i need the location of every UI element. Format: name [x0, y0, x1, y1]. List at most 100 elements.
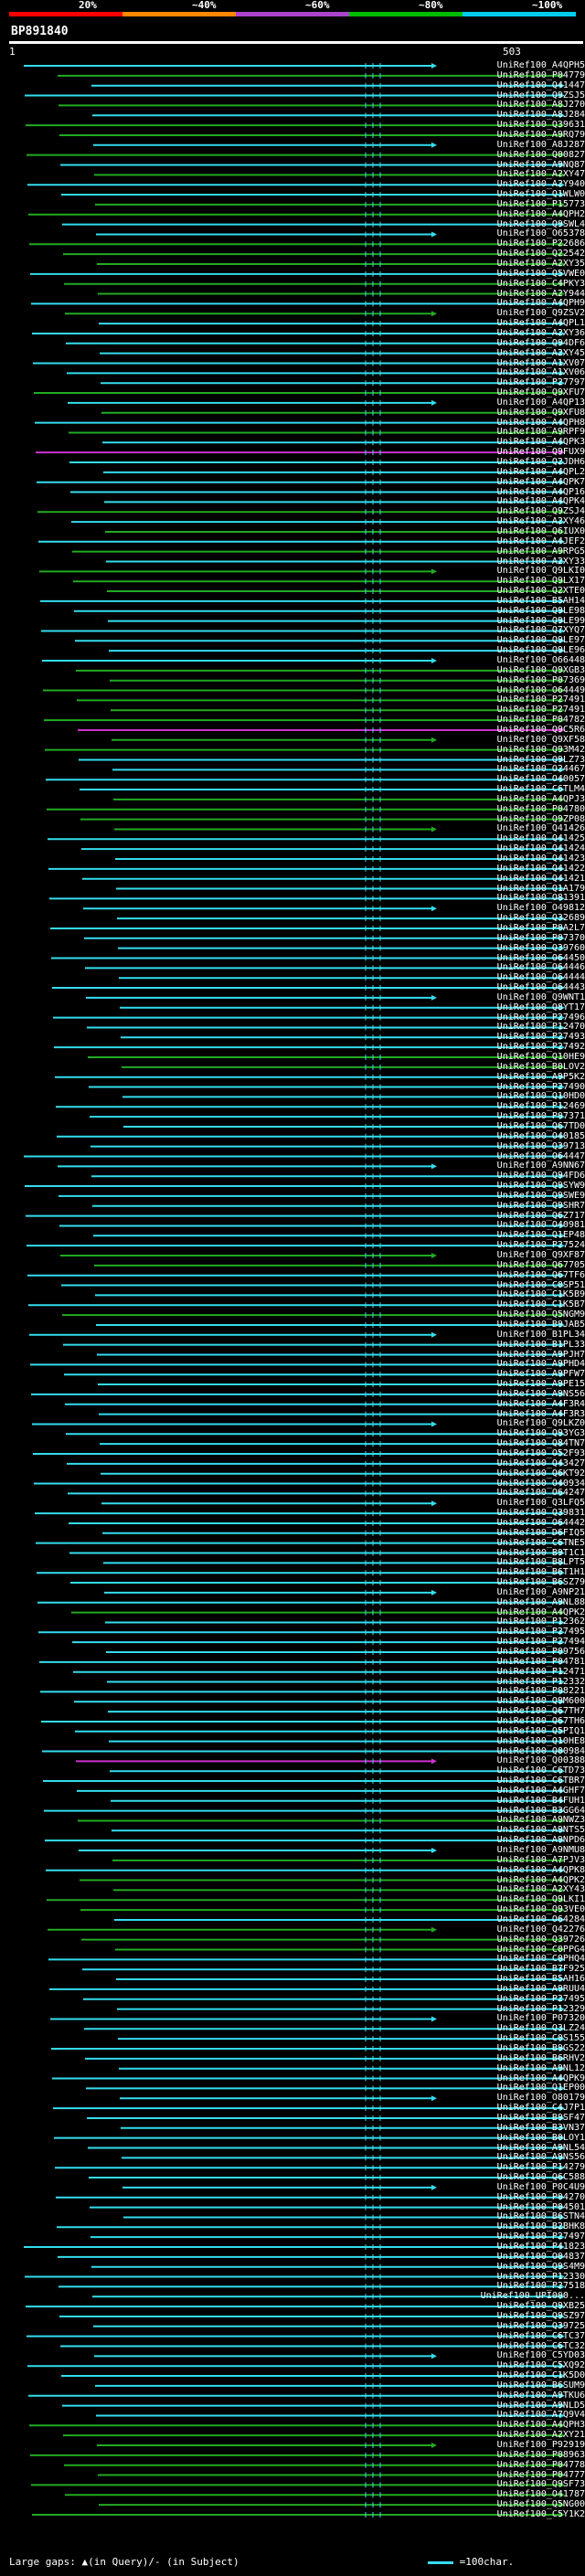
hit-label[interactable]: UniRef100_A1XV06	[497, 368, 585, 377]
hit-label[interactable]: UniRef100_Q39725	[497, 2321, 585, 2331]
hit-label[interactable]: UniRef100_B6SUM9	[497, 2380, 585, 2390]
hit-label[interactable]: UniRef100_A4QPK9	[497, 2073, 585, 2083]
hit-label[interactable]: UniRef100_B1PL34	[497, 1330, 585, 1340]
hit-label[interactable]: UniRef100_B9T1C1	[497, 1548, 585, 1558]
hit-label[interactable]: UniRef100_Q3LFQ5	[497, 1499, 585, 1508]
hit-label[interactable]: UniRef100_A4QPH5	[497, 61, 585, 70]
hit-label[interactable]: UniRef100_Q32689	[497, 914, 585, 923]
hit-label[interactable]: UniRef100_P27495	[497, 1627, 585, 1637]
hit-label[interactable]: UniRef100_O66448	[497, 656, 585, 665]
hit-label[interactable]: UniRef100_C6TC37	[497, 2331, 585, 2341]
hit-label[interactable]: UniRef100_Q84TN7	[497, 1439, 585, 1448]
hit-label[interactable]: UniRef100_Q9SZ97	[497, 2311, 585, 2321]
hit-label[interactable]: UniRef100_Q9ZSV2	[497, 309, 585, 318]
hit-label[interactable]: UniRef100_A4QPH9	[497, 299, 585, 308]
hit-label[interactable]: UniRef100_P04778	[497, 2460, 585, 2470]
hit-label[interactable]: UniRef100_P41823	[497, 2242, 585, 2252]
hit-label[interactable]: UniRef100_A4GHF7	[497, 1786, 585, 1796]
hit-label[interactable]: UniRef100_P04270	[497, 2192, 585, 2202]
hit-label[interactable]: UniRef100_Q9XFU7	[497, 388, 585, 398]
hit-label[interactable]: UniRef100_P04781	[497, 1657, 585, 1667]
hit-label[interactable]: UniRef100_A9RPG5	[497, 546, 585, 557]
hit-label[interactable]: UniRef100_O65378	[497, 229, 585, 239]
hit-label[interactable]: UniRef100_A2XY43	[497, 1885, 585, 1894]
hit-label[interactable]: UniRef100_Q7XYQ7	[497, 626, 585, 635]
hit-label[interactable]: UniRef100_P12470	[497, 1023, 585, 1032]
hit-label[interactable]: UniRef100_A8J287	[497, 140, 585, 150]
hit-label[interactable]: UniRef100_A4QPK7	[497, 477, 585, 487]
hit-label[interactable]: UniRef100_A2XY21	[497, 2431, 585, 2440]
hit-label[interactable]: UniRef100_Q9C5R6	[497, 725, 585, 735]
hit-label[interactable]: UniRef100_O40057	[497, 775, 585, 784]
hit-label[interactable]: UniRef100_Q67705	[497, 1260, 585, 1270]
hit-label[interactable]: UniRef100_O64444	[497, 973, 585, 982]
hit-label[interactable]: UniRef100_P27491	[497, 705, 585, 715]
hit-label[interactable]: UniRef100_A9NL12	[497, 2063, 585, 2073]
hit-label[interactable]: UniRef100_Q67TF6	[497, 1270, 585, 1280]
hit-label[interactable]: UniRef100_P27493	[497, 1033, 585, 1042]
hit-label[interactable]: UniRef100_P27495	[497, 1994, 585, 2004]
hit-label[interactable]: UniRef100_Q9ZP08	[497, 814, 585, 824]
hit-label[interactable]: UniRef100_P07369	[497, 675, 585, 685]
hit-label[interactable]: UniRef100_A4QPH3	[497, 2421, 585, 2430]
hit-label[interactable]: UniRef100_A2XY47	[497, 170, 585, 179]
hit-label[interactable]: UniRef100_A4QPK3	[497, 438, 585, 447]
hit-label[interactable]: UniRef100_A2Y944	[497, 289, 585, 299]
hit-label[interactable]: UniRef100_C4PKY3	[497, 279, 585, 289]
hit-label[interactable]: UniRef100_B3GG64	[497, 1806, 585, 1816]
hit-label[interactable]: UniRef100_Q39760	[497, 943, 585, 953]
hit-label[interactable]: UniRef100_Q6Z717	[497, 1211, 585, 1221]
hit-label[interactable]: UniRef100_A9NS56	[497, 2153, 585, 2162]
hit-label[interactable]: UniRef100_UPI000...	[481, 2292, 585, 2301]
hit-label[interactable]: UniRef100_A4QPJ3	[497, 794, 585, 804]
hit-label[interactable]: UniRef100_Q9SYW9	[497, 1182, 585, 1191]
hit-label[interactable]: UniRef100_Q67TD0	[497, 1121, 585, 1131]
hit-label[interactable]: UniRef100_P15773	[497, 199, 585, 209]
hit-label[interactable]: UniRef100_P14279	[497, 2163, 585, 2172]
hit-label[interactable]: UniRef100_Q9SWL4	[497, 219, 585, 229]
hit-label[interactable]: UniRef100_A9NLD5	[497, 2401, 585, 2411]
hit-label[interactable]: UniRef100_P27497	[497, 2232, 585, 2242]
hit-label[interactable]: UniRef100_P12332	[497, 1677, 585, 1687]
hit-label[interactable]: UniRef100_Q9ZSJ5	[497, 90, 585, 101]
hit-label[interactable]: UniRef100_Q41423	[497, 854, 585, 864]
hit-label[interactable]: UniRef100_P04779	[497, 70, 585, 80]
hit-label[interactable]: UniRef100_Q6C588	[497, 2173, 585, 2182]
hit-label[interactable]: UniRef100_Q10HE8	[497, 1736, 585, 1746]
hit-label[interactable]: UniRef100_P07371	[497, 1112, 585, 1121]
hit-label[interactable]: UniRef100_P27518	[497, 2282, 585, 2291]
hit-label[interactable]: UniRef100_P0C4U9	[497, 2182, 585, 2192]
hit-label[interactable]: UniRef100_O64446	[497, 963, 585, 972]
hit-label[interactable]: UniRef100_Q41421	[497, 874, 585, 884]
hit-label[interactable]: UniRef100_A4QP16	[497, 487, 585, 497]
hit-label[interactable]: UniRef100_A4QPH8	[497, 418, 585, 428]
hit-label[interactable]: UniRef100_A4QPL2	[497, 467, 585, 477]
hit-label[interactable]: UniRef100_B5AH16	[497, 1975, 585, 1984]
hit-label[interactable]: UniRef100_A2XY33	[497, 557, 585, 567]
hit-label[interactable]: UniRef100_A9RPF9	[497, 428, 585, 437]
hit-label[interactable]: UniRef100_A9TKU6	[497, 2390, 585, 2401]
hit-label[interactable]: UniRef100_A2XY35	[497, 260, 585, 269]
hit-label[interactable]: UniRef100_C6TBR7	[497, 1776, 585, 1786]
hit-label[interactable]: UniRef100_Q2XTE0	[497, 587, 585, 596]
hit-label[interactable]: UniRef100_C6TD73	[497, 1766, 585, 1776]
hit-label[interactable]: UniRef100_A9NMU8	[497, 1846, 585, 1855]
hit-label[interactable]: UniRef100_A9NPD6	[497, 1836, 585, 1845]
hit-label[interactable]: UniRef100_A2XY46	[497, 517, 585, 526]
hit-label[interactable]: UniRef100_Q5NG00	[497, 2500, 585, 2509]
hit-label[interactable]: UniRef100_C0PHQ4	[497, 1955, 585, 1964]
hit-label[interactable]: UniRef100_O64447	[497, 1151, 585, 1161]
hit-label[interactable]: UniRef100_B6T1H1	[497, 1568, 585, 1577]
hit-label[interactable]: UniRef100_C5XQ92	[497, 2361, 585, 2370]
hit-label[interactable]: UniRef100_O64450	[497, 953, 585, 963]
hit-label[interactable]: UniRef100_A4F3R4	[497, 1399, 585, 1409]
hit-label[interactable]: UniRef100_P08221	[497, 1687, 585, 1696]
hit-label[interactable]: UniRef100_B9GS22	[497, 2044, 585, 2053]
hit-label[interactable]: UniRef100_Q1A179	[497, 884, 585, 894]
hit-label[interactable]: UniRef100_A9NS56	[497, 1389, 585, 1399]
hit-label[interactable]: UniRef100_Q9LE97	[497, 636, 585, 645]
hit-label[interactable]: UniRef100_Q94FD6	[497, 1171, 585, 1181]
hit-label[interactable]: UniRef100_P92919	[497, 2441, 585, 2450]
hit-label[interactable]: UniRef100_A9NL54	[497, 2143, 585, 2153]
hit-label[interactable]: UniRef100_O64449	[497, 685, 585, 695]
